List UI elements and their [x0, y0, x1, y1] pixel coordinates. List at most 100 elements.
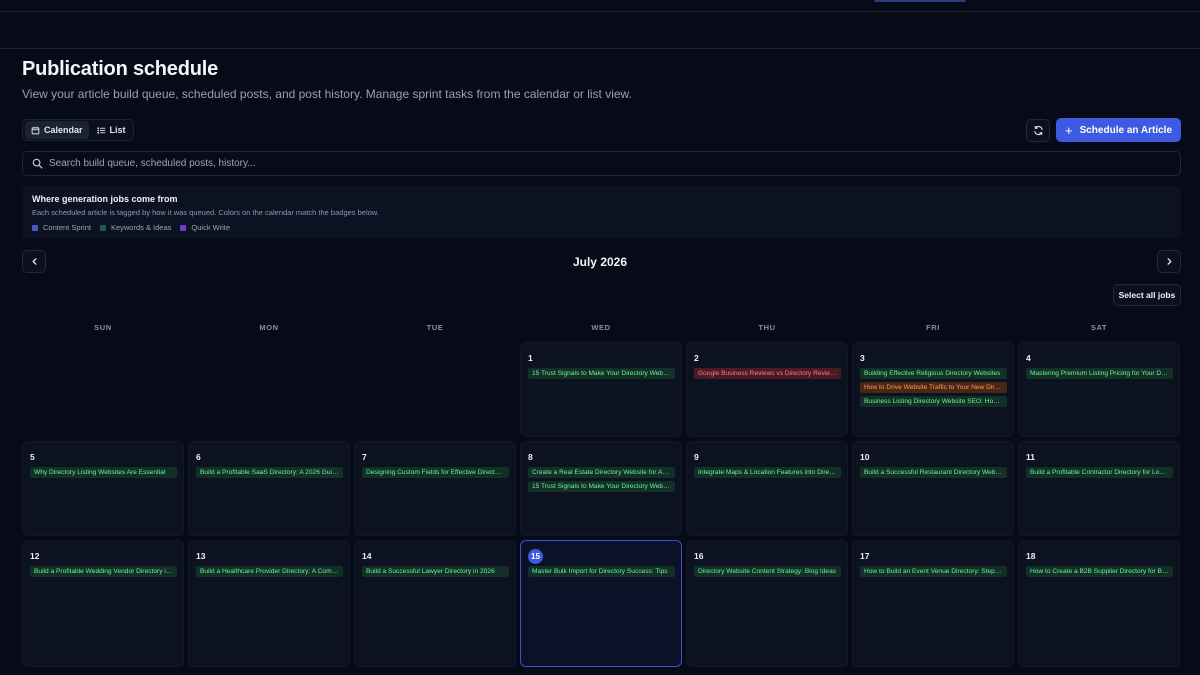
weekday-label: THU — [758, 323, 776, 332]
active-nav-indicator — [874, 0, 966, 2]
calendar-day-empty — [354, 342, 516, 437]
scheduled-job[interactable]: How to Drive Website Traffic to Your New… — [860, 382, 1007, 393]
day-number: 14 — [362, 551, 372, 561]
scheduled-job[interactable]: How to Create a B2B Supplier Directory f… — [1026, 566, 1173, 577]
list-view-label: List — [109, 125, 126, 135]
refresh-button[interactable] — [1026, 119, 1050, 142]
search-bar — [22, 151, 1181, 176]
view-toggle: Calendar List — [22, 119, 134, 141]
scheduled-job[interactable]: Business Listing Directory Website SEO: … — [860, 396, 1007, 407]
day-number: 18 — [1026, 551, 1036, 561]
weekday-label: FRI — [926, 323, 940, 332]
list-icon — [96, 126, 105, 134]
calendar-view-label: Calendar — [44, 125, 83, 135]
calendar-day[interactable]: 12 Build a Profitable Wedding Vendor Dir… — [22, 540, 184, 667]
page-title: Publication schedule — [22, 58, 219, 80]
scheduled-job[interactable]: Build a Healthcare Provider Directory: A… — [196, 566, 343, 577]
calendar-day[interactable]: 18 How to Create a B2B Supplier Director… — [1018, 540, 1180, 667]
scheduled-job[interactable]: Google Business Reviews vs Directory Rev… — [694, 368, 841, 379]
scheduled-job[interactable]: Master Bulk Import for Directory Success… — [528, 566, 675, 577]
secondary-bar — [0, 12, 1200, 49]
calendar-day-empty — [188, 342, 350, 437]
calendar-view-button[interactable]: Calendar — [25, 121, 89, 139]
calendar-day[interactable]: 17 How to Build an Event Venue Directory… — [852, 540, 1014, 667]
scheduled-job[interactable]: Directory Website Content Strategy: Blog… — [694, 566, 841, 577]
calendar-day[interactable]: 3 Building Effective Religious Directory… — [852, 342, 1014, 437]
scheduled-job[interactable]: Create a Real Estate Directory Website f… — [528, 467, 675, 478]
schedule-article-button[interactable]: + Schedule an Article — [1056, 118, 1181, 142]
weekday-label: SUN — [94, 323, 112, 332]
weekday-label: SAT — [1090, 323, 1108, 332]
calendar-day-today[interactable]: 15 Master Bulk Import for Directory Succ… — [520, 540, 682, 667]
weekday-label: WED — [591, 323, 611, 332]
page-subtitle: View your article build queue, scheduled… — [22, 87, 632, 101]
calendar-icon — [31, 126, 40, 134]
weekday-label: MON — [259, 323, 279, 332]
day-number: 9 — [694, 452, 699, 462]
calendar-day[interactable]: 14 Build a Successful Lawyer Directory i… — [354, 540, 516, 667]
legend-item-content-sprint: Content Sprint — [32, 223, 91, 232]
scheduled-job[interactable]: Mastering Premium Listing Pricing for Yo… — [1026, 368, 1173, 379]
calendar-day[interactable]: 13 Build a Healthcare Provider Directory… — [188, 540, 350, 667]
scheduled-job[interactable]: Build a Successful Lawyer Directory in 2… — [362, 566, 509, 577]
day-number: 1 — [528, 353, 533, 363]
previous-month-button[interactable] — [22, 250, 46, 273]
calendar-day[interactable]: 6 Build a Profitable SaaS Directory: A 2… — [188, 441, 350, 536]
day-number: 5 — [30, 452, 35, 462]
day-number: 4 — [1026, 353, 1031, 363]
calendar-day[interactable]: 2 Google Business Reviews vs Directory R… — [686, 342, 848, 437]
plus-icon: + — [1064, 122, 1073, 138]
calendar-day[interactable]: 9 Integrate Maps & Location Features int… — [686, 441, 848, 536]
refresh-icon — [1033, 125, 1043, 136]
scheduled-job[interactable]: Build a Profitable Contractor Directory … — [1026, 467, 1173, 478]
calendar-day[interactable]: 7 Designing Custom Fields for Effective … — [354, 441, 516, 536]
scheduled-job[interactable]: Build a Successful Restaurant Directory … — [860, 467, 1007, 478]
calendar-day[interactable]: 8 Create a Real Estate Directory Website… — [520, 441, 682, 536]
day-number: 8 — [528, 452, 533, 462]
legend-items: Content Sprint Keywords & Ideas Quick Wr… — [32, 223, 1171, 232]
day-number: 15 — [528, 548, 675, 564]
keywords-ideas-swatch — [99, 224, 106, 231]
calendar-day[interactable]: 5 Why Directory Listing Websites Are Ess… — [22, 441, 184, 536]
scheduled-job[interactable]: Building Effective Religious Directory W… — [860, 368, 1007, 379]
list-view-button[interactable]: List — [91, 121, 132, 139]
scheduled-job[interactable]: Build a Profitable Wedding Vendor Direct… — [30, 566, 177, 577]
scheduled-job[interactable]: Build a Profitable SaaS Directory: A 202… — [196, 467, 343, 478]
day-number: 12 — [30, 551, 40, 561]
legend-item-label: Quick Write — [191, 223, 231, 232]
weekday-label: TUE — [426, 323, 444, 332]
scheduled-job[interactable]: Designing Custom Fields for Effective Di… — [362, 467, 509, 478]
calendar-day[interactable]: 1 15 Trust Signals to Make Your Director… — [520, 342, 682, 437]
day-number: 2 — [694, 353, 699, 363]
month-title: July 2026 — [572, 255, 628, 269]
today-badge: 15 — [528, 548, 543, 564]
select-all-jobs-button[interactable]: Select all jobs — [1113, 284, 1181, 306]
day-number: 3 — [860, 353, 865, 363]
calendar-day[interactable]: 4 Mastering Premium Listing Pricing for … — [1018, 342, 1180, 437]
day-number: 16 — [694, 551, 704, 561]
legend-description: Each scheduled article is tagged by how … — [32, 208, 379, 217]
day-number: 11 — [1026, 452, 1035, 462]
scheduled-job[interactable]: Why Directory Listing Websites Are Essen… — [30, 467, 177, 478]
scheduled-job[interactable]: How to Build an Event Venue Directory: S… — [860, 566, 1007, 577]
search-input[interactable] — [49, 158, 649, 169]
day-number: 13 — [196, 551, 206, 561]
scheduled-job[interactable]: 15 Trust Signals to Make Your Directory … — [528, 481, 675, 492]
content-sprint-swatch — [32, 224, 38, 231]
day-number: 10 — [860, 452, 870, 462]
calendar-day[interactable]: 10 Build a Successful Restaurant Directo… — [852, 441, 1014, 536]
scheduled-job[interactable]: Integrate Maps & Location Features into … — [694, 467, 841, 478]
day-number: 17 — [860, 551, 870, 561]
calendar-day[interactable]: 11 Build a Profitable Contractor Directo… — [1018, 441, 1180, 536]
scheduled-job[interactable]: 15 Trust Signals to Make Your Directory … — [528, 368, 675, 379]
day-number: 6 — [196, 452, 201, 462]
top-app-bar — [0, 0, 1200, 12]
calendar-day-empty — [22, 342, 184, 437]
legend-title: Where generation jobs come from — [32, 194, 178, 204]
schedule-article-label: Schedule an Article — [1079, 124, 1173, 136]
search-icon — [32, 158, 43, 169]
legend-item-keywords-ideas: Keywords & Ideas — [99, 223, 171, 232]
next-month-button[interactable] — [1157, 250, 1181, 273]
calendar-day[interactable]: 16 Directory Website Content Strategy: B… — [686, 540, 848, 667]
chevron-left-icon — [32, 258, 36, 265]
